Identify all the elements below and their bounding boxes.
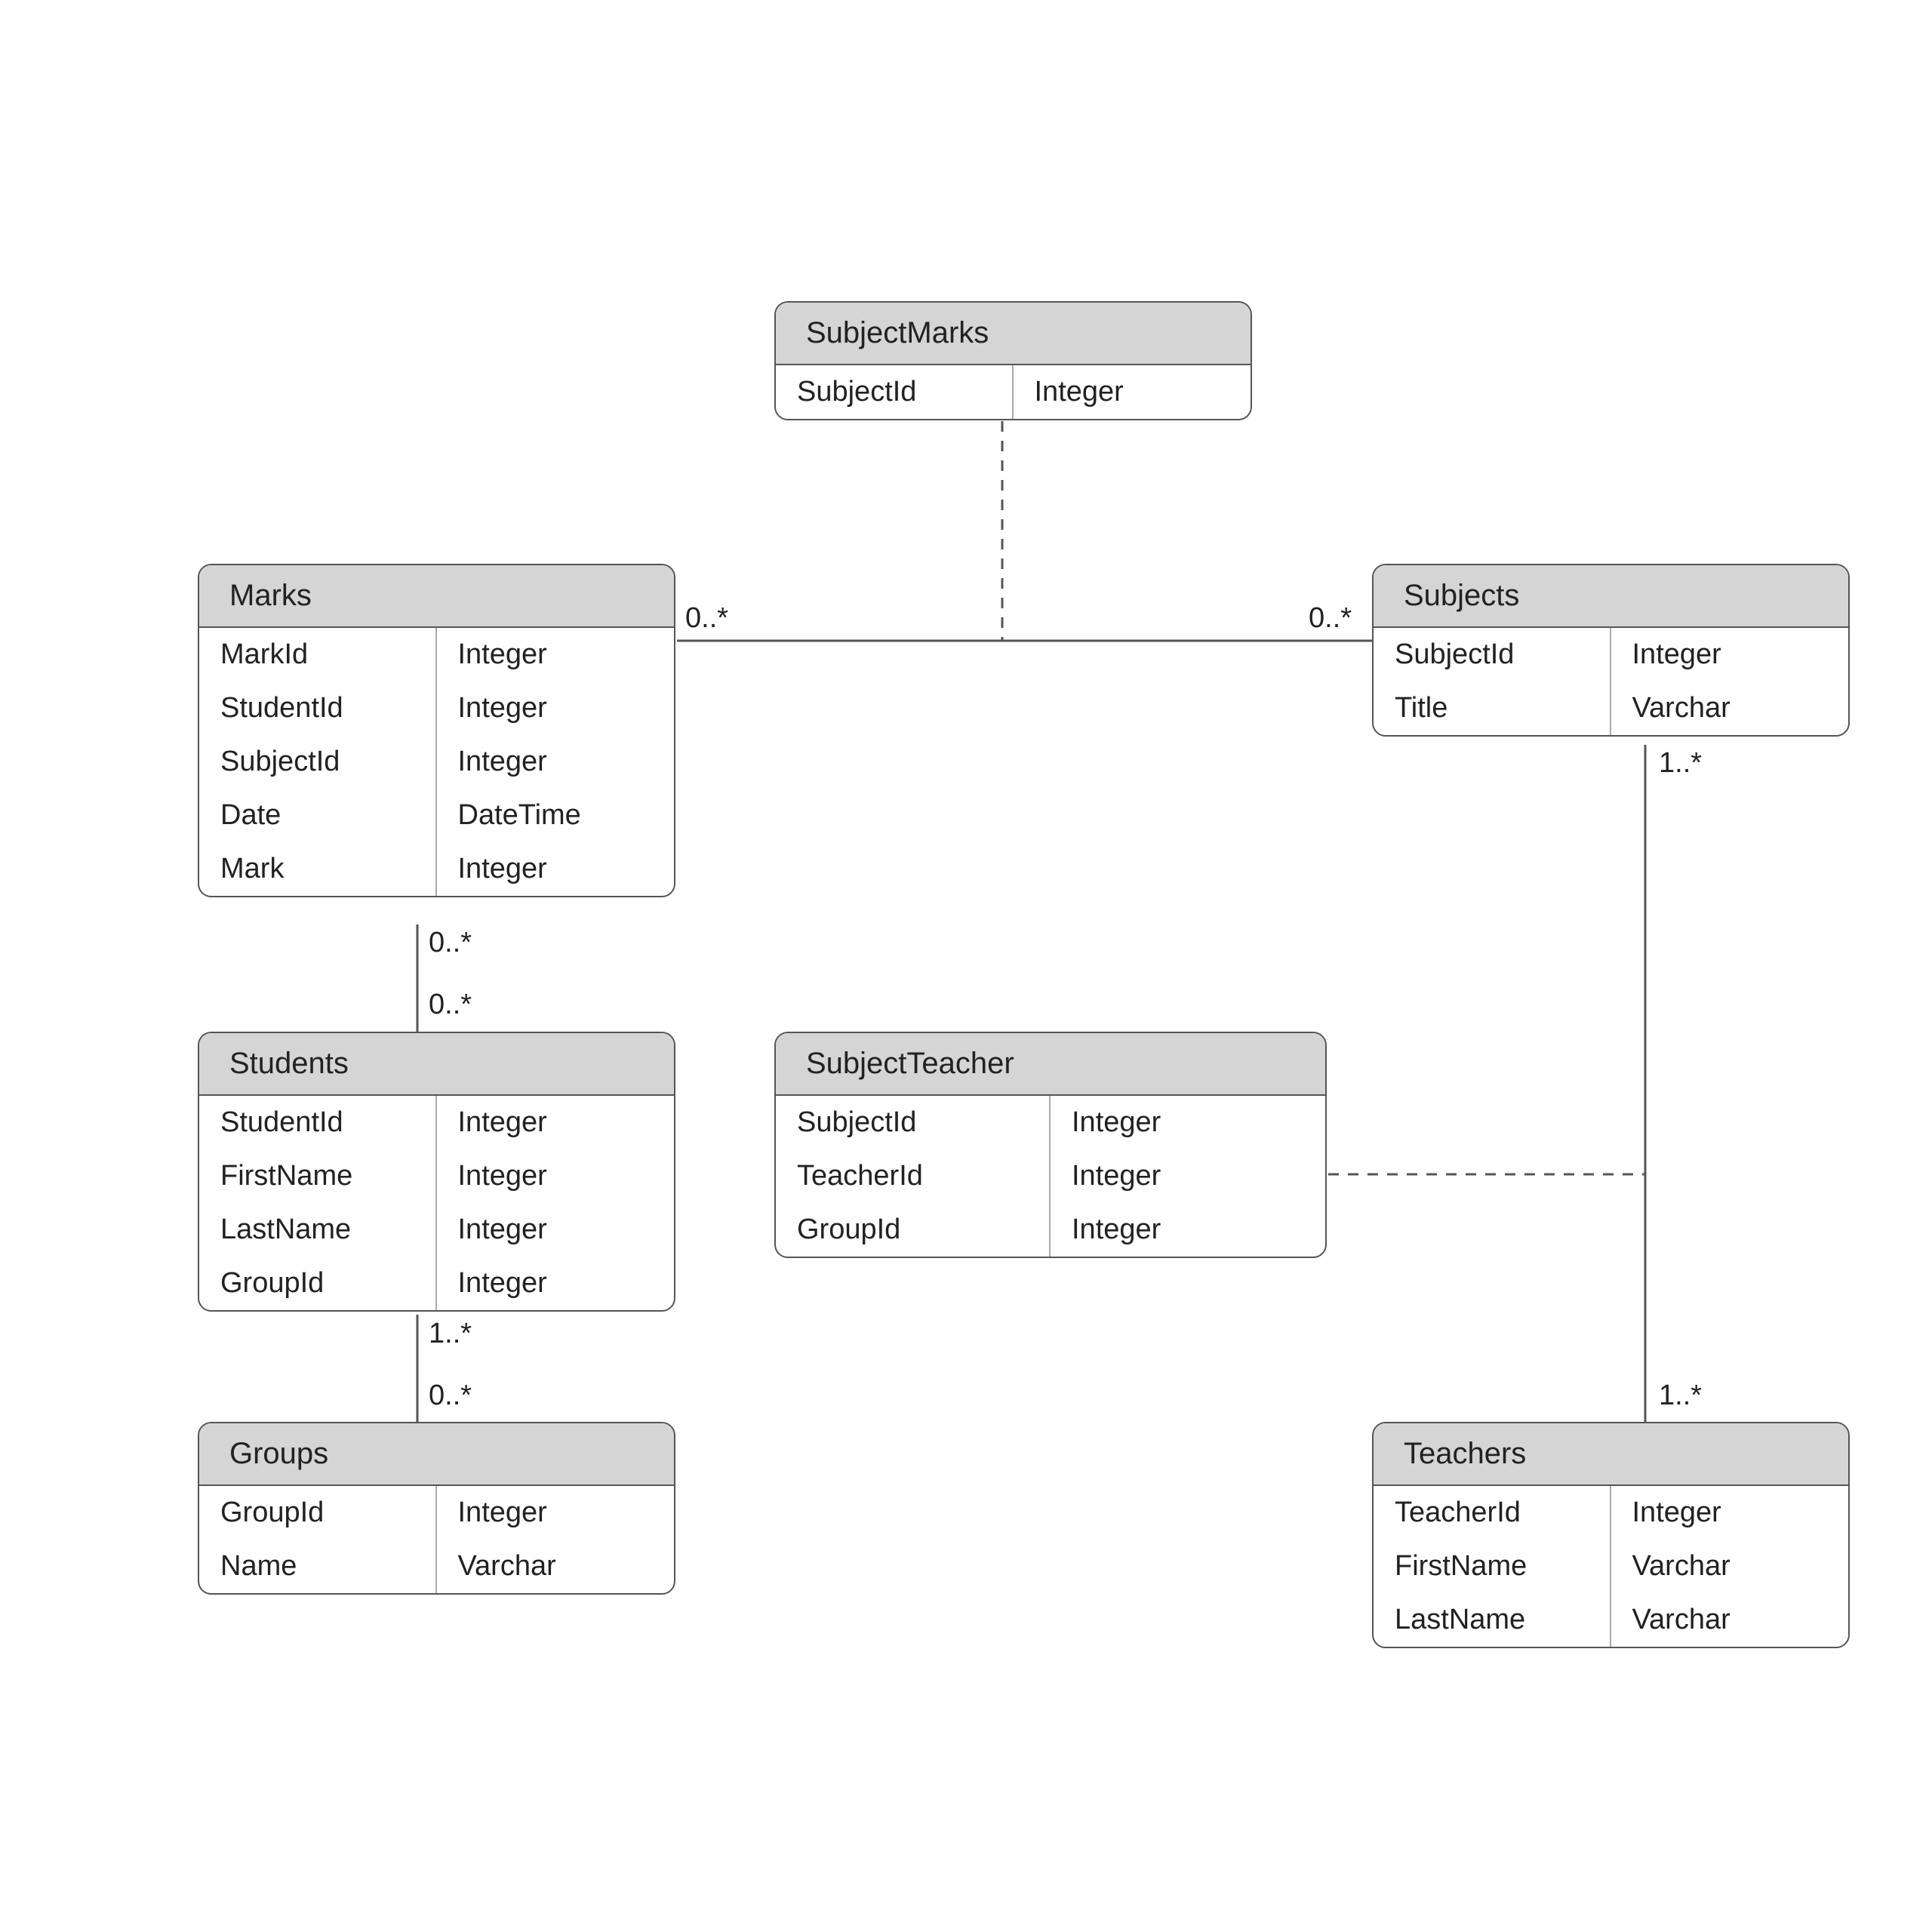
field-type: Integer [1051,1203,1325,1257]
field-type: DateTime [437,789,675,842]
multiplicity-label: 0..* [429,1380,472,1412]
field-name: LastName [1374,1593,1611,1647]
field-type: Integer [1051,1149,1325,1203]
field-type: Integer [437,735,675,789]
entity-groups: Groups GroupId Integer Name Varchar [198,1422,675,1595]
multiplicity-label: 0..* [685,602,728,635]
entity-title: SubjectMarks [776,303,1251,365]
field-type: Integer [1051,1096,1325,1149]
field-name: GroupId [199,1257,437,1310]
multiplicity-label: 0..* [1309,602,1352,635]
entity-rows: StudentId Integer FirstName Integer Last… [199,1096,674,1310]
entity-title: SubjectTeacher [776,1033,1325,1096]
entity-title: Teachers [1374,1423,1848,1486]
field-name: GroupId [776,1203,1051,1257]
erd-canvas: SubjectMarks SubjectId Integer Marks Mar… [0,0,1932,1932]
field-type: Integer [437,628,675,681]
field-type: Varchar [1611,1593,1849,1647]
multiplicity-label: 0..* [429,989,472,1021]
entity-rows: SubjectId Integer TeacherId Integer Grou… [776,1096,1325,1257]
entity-rows: GroupId Integer Name Varchar [199,1486,674,1593]
entity-title: Groups [199,1423,674,1486]
entity-marks: Marks MarkId Integer StudentId Integer S… [198,564,675,897]
field-type: Integer [437,1203,675,1257]
field-name: SubjectId [776,365,1014,419]
entity-title: Students [199,1033,674,1096]
entity-teachers: Teachers TeacherId Integer FirstName Var… [1372,1422,1850,1648]
field-name: SubjectId [1374,628,1611,681]
field-name: GroupId [199,1486,437,1540]
entity-students: Students StudentId Integer FirstName Int… [198,1032,675,1312]
field-name: StudentId [199,1096,437,1149]
field-name: MarkId [199,628,437,681]
field-name: FirstName [199,1149,437,1203]
field-name: TeacherId [776,1149,1051,1203]
field-type: Varchar [1611,681,1849,735]
field-name: Date [199,789,437,842]
entity-subjectmarks: SubjectMarks SubjectId Integer [774,301,1252,420]
entity-title: Marks [199,565,674,628]
field-type: Integer [1611,1486,1849,1540]
entity-rows: SubjectId Integer Title Varchar [1374,628,1848,735]
field-name: Title [1374,681,1611,735]
entity-rows: SubjectId Integer [776,365,1251,419]
entity-rows: MarkId Integer StudentId Integer Subject… [199,628,674,896]
field-type: Integer [1014,365,1251,419]
multiplicity-label: 1..* [1659,1380,1702,1412]
field-type: Integer [437,1257,675,1310]
field-name: Name [199,1540,437,1593]
field-type: Integer [437,1149,675,1203]
field-type: Varchar [437,1540,675,1593]
field-type: Integer [437,1096,675,1149]
entity-subjects: Subjects SubjectId Integer Title Varchar [1372,564,1850,737]
field-name: SubjectId [776,1096,1051,1149]
field-type: Integer [437,842,675,896]
field-type: Integer [437,1486,675,1540]
field-type: Integer [1611,628,1849,681]
entity-subjectteacher: SubjectTeacher SubjectId Integer Teacher… [774,1032,1327,1258]
field-type: Integer [437,681,675,735]
field-name: SubjectId [199,735,437,789]
multiplicity-label: 1..* [429,1318,472,1350]
field-name: LastName [199,1203,437,1257]
field-name: FirstName [1374,1540,1611,1593]
multiplicity-label: 1..* [1659,747,1702,780]
field-name: StudentId [199,681,437,735]
entity-title: Subjects [1374,565,1848,628]
entity-rows: TeacherId Integer FirstName Varchar Last… [1374,1486,1848,1647]
field-type: Varchar [1611,1540,1849,1593]
multiplicity-label: 0..* [429,927,472,959]
field-name: Mark [199,842,437,896]
field-name: TeacherId [1374,1486,1611,1540]
